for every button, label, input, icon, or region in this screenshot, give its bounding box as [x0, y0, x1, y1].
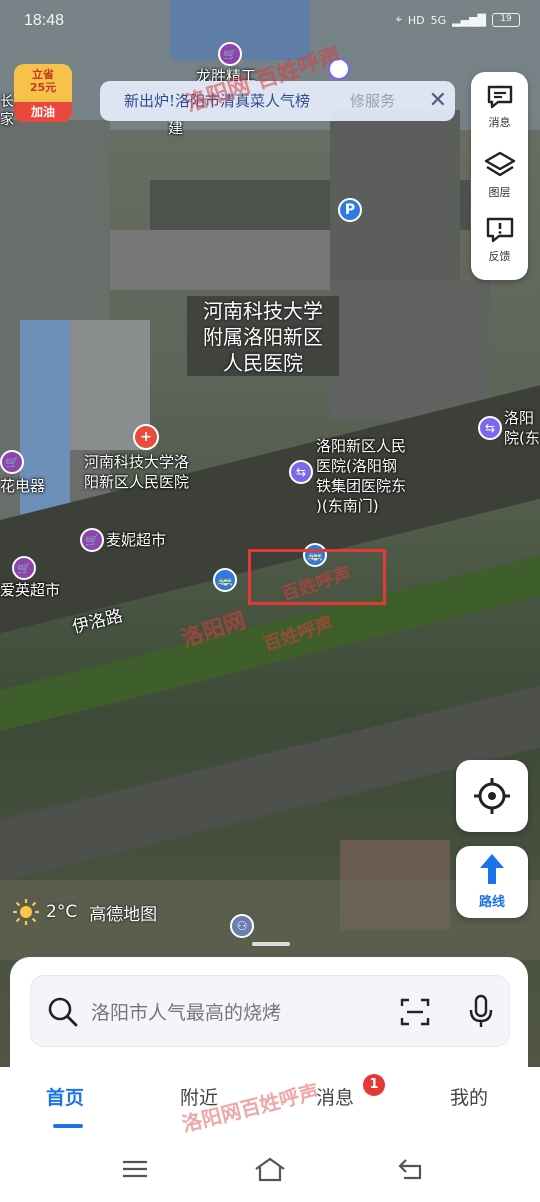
microphone-icon[interactable] [465, 994, 497, 1030]
gate-poi-line3[interactable]: 铁集团医院东 [316, 476, 406, 496]
clock: 18:48 [24, 12, 65, 29]
system-nav-bar [0, 1135, 540, 1202]
right-poi-line1[interactable]: 洛阳 [504, 408, 534, 428]
locate-button[interactable] [456, 760, 528, 832]
hospital-label-line1: 河南科技大学 [203, 299, 323, 323]
locate-icon [474, 778, 510, 814]
signal-icon: 5G [430, 13, 447, 27]
temperature: 2°C [46, 902, 78, 922]
map-label-top-char: 建 [168, 119, 184, 137]
hospital-poi-icon[interactable]: + [133, 424, 159, 450]
promo-button-label: 加油 [14, 102, 72, 122]
electric-label[interactable]: 花电器 [0, 476, 45, 496]
drag-handle[interactable] [252, 942, 290, 946]
hospital-area-label[interactable]: 河南科技大学 附属洛阳新区 人民医院 [187, 296, 339, 376]
tool-feedback-label: 反馈 [488, 250, 511, 263]
brand-logo-text: 高德地图 [89, 904, 158, 925]
search-icon [48, 997, 78, 1027]
status-bar: 18:48 ⌖ HD 5G ▂▄▆█ 19 [0, 0, 540, 44]
sun-icon [13, 899, 39, 925]
gate-poi-line4[interactable]: )(东南门) [316, 496, 379, 516]
gate-poi-icon[interactable]: ⇆ [289, 460, 313, 484]
signal-bars-icon: ▂▄▆█ [452, 13, 486, 27]
tool-feedback[interactable]: 反馈 [471, 216, 528, 264]
fuel-promo-badge[interactable]: 立省 25元 加油 [14, 64, 72, 122]
map-label-left-1: 长 [0, 94, 14, 110]
shop-poi-icon[interactable]: 🛒 [218, 42, 242, 66]
parking-icon[interactable]: P [338, 198, 362, 222]
tab-messages[interactable]: 消息 [316, 1083, 354, 1110]
tab-me[interactable]: 我的 [450, 1083, 488, 1110]
home-icon[interactable] [253, 1155, 287, 1183]
map-tools-panel: 消息 图层 反馈 [471, 72, 528, 280]
tool-message[interactable]: 消息 [471, 84, 528, 130]
back-icon[interactable] [396, 1156, 426, 1182]
supermarket-poi-icon[interactable]: 🛒 [12, 556, 36, 580]
hospital-label-line2: 附属洛阳新区 [203, 325, 323, 349]
right-poi-icon[interactable]: ⇆ [478, 416, 502, 440]
notification-badge: 1 [363, 1074, 385, 1096]
market-poi-icon[interactable]: 🛒 [80, 528, 104, 552]
gate-poi-line1[interactable]: 洛阳新区人民 [316, 436, 406, 456]
close-icon[interactable]: ✕ [429, 81, 447, 121]
tool-layers[interactable]: 图层 [471, 150, 528, 200]
hospital-label-line3: 人民医院 [223, 351, 303, 375]
layers-icon [484, 151, 515, 177]
feedback-icon [486, 217, 513, 243]
market-label[interactable]: 麦妮超市 [106, 530, 166, 550]
location-icon: ⌖ [395, 13, 402, 26]
promo-line2: 25元 [29, 81, 57, 94]
gate-poi-line2[interactable]: 医院(洛阳钢 [316, 456, 397, 476]
right-poi-line2[interactable]: 院(东 [504, 428, 540, 448]
route-button[interactable]: 路线 [456, 846, 528, 918]
hospital-poi-line1[interactable]: 河南科技大学洛 [84, 452, 189, 472]
electric-poi-icon[interactable]: 🛒 [0, 450, 24, 474]
message-icon [487, 85, 512, 109]
map-label-left-2: 家 [0, 112, 14, 128]
toilet-icon[interactable]: ⚇ [230, 914, 254, 938]
supermarket-label[interactable]: 爱英超市 [0, 580, 60, 600]
tool-layers-label: 图层 [488, 186, 511, 199]
hd-icon: HD [407, 13, 425, 27]
search-bar[interactable]: 洛阳市人气最高的烧烤 [30, 975, 510, 1047]
route-label: 路线 [478, 895, 505, 910]
tool-message-label: 消息 [488, 116, 511, 129]
scan-icon[interactable] [399, 996, 431, 1028]
bus-stop-icon[interactable]: 🚌 [213, 568, 237, 592]
route-arrow-icon [480, 854, 504, 884]
battery-icon: 19 [492, 13, 520, 27]
menu-icon[interactable] [120, 1157, 150, 1181]
tab-home[interactable]: 首页 [46, 1083, 84, 1110]
active-tab-indicator [53, 1124, 83, 1128]
hospital-poi-line2[interactable]: 阳新区人民医院 [84, 472, 189, 492]
weather-widget[interactable]: 2°C 高德地图 [12, 898, 157, 926]
search-input[interactable]: 洛阳市人气最高的烧烤 [91, 998, 281, 1025]
banner-partial-text: 修服务 [350, 92, 396, 110]
promo-line1: 立省 [32, 68, 54, 81]
